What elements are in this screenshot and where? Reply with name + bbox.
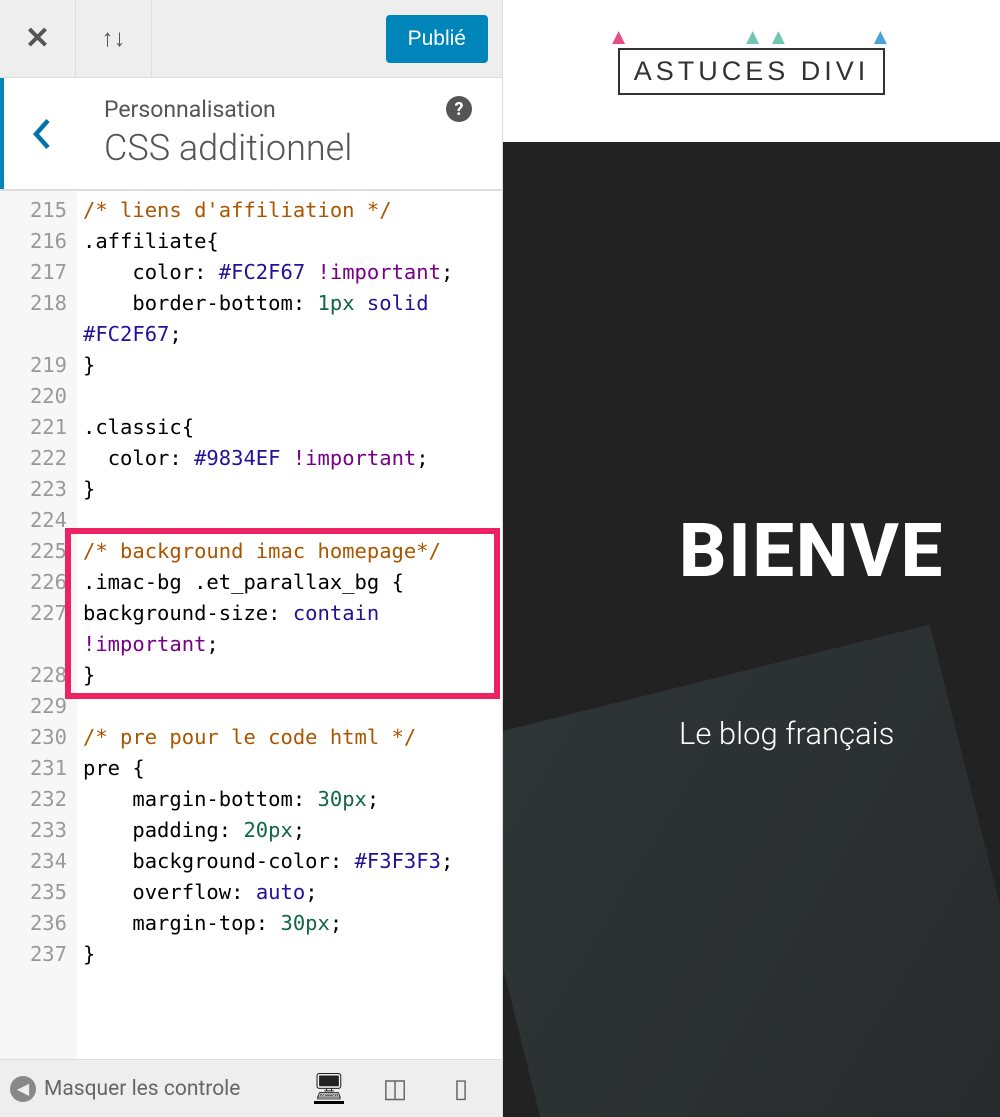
code-line[interactable]: .classic{ [83, 412, 494, 443]
code-line[interactable]: background-color: #F3F3F3; [83, 846, 494, 877]
code-line[interactable]: } [83, 939, 494, 970]
publish-button[interactable]: Publié [386, 15, 488, 63]
code-line[interactable]: /* liens d'affiliation */ [83, 195, 494, 226]
code-line[interactable]: } [83, 660, 494, 691]
code-line[interactable]: pre { [83, 753, 494, 784]
code-line[interactable]: overflow: auto; [83, 877, 494, 908]
logo-decoration-icon: ▲▲ [742, 24, 794, 50]
logo-text: ASTUCES DIVI [634, 56, 870, 86]
code-line[interactable] [83, 505, 494, 536]
site-preview: ▲ ▲▲ ▲ ASTUCES DIVI BIENVE Le blog franç… [503, 0, 1000, 1117]
help-icon[interactable]: ? [446, 96, 472, 122]
logo-decoration-icon: ▲ [608, 24, 634, 50]
code-line[interactable]: padding: 20px; [83, 815, 494, 846]
page-title: CSS additionnel [104, 127, 502, 169]
back-button[interactable] [0, 78, 80, 189]
code-line[interactable]: background-size: contain !important; [83, 598, 494, 660]
hero-title: BIENVE [679, 508, 1000, 595]
css-editor[interactable]: 215216217218 219220221222223224225226227… [0, 190, 502, 1059]
hero-background [503, 625, 1000, 1117]
device-tablet-button[interactable]: ◫ [380, 1074, 410, 1104]
customizer-panel: ✕ ↑↓ Publié Personnalisation CSS additio… [0, 0, 503, 1117]
site-header: ▲ ▲▲ ▲ ASTUCES DIVI [503, 0, 1000, 142]
editor-gutter: 215216217218 219220221222223224225226227… [0, 191, 77, 1059]
device-mobile-button[interactable]: ▯ [446, 1074, 476, 1104]
code-line[interactable]: border-bottom: 1px solid #FC2F67; [83, 288, 494, 350]
code-line[interactable]: /* background imac homepage*/ [83, 536, 494, 567]
code-line[interactable]: .affiliate{ [83, 226, 494, 257]
device-desktop-button[interactable]: 🖥 [314, 1074, 344, 1104]
reorder-button[interactable]: ↑↓ [76, 0, 152, 77]
code-line[interactable] [83, 381, 494, 412]
site-logo[interactable]: ▲ ▲▲ ▲ ASTUCES DIVI [618, 48, 886, 95]
collapse-icon: ◀ [10, 1076, 36, 1102]
collapse-controls-button[interactable]: ◀ Masquer les controle [10, 1076, 240, 1102]
breadcrumb: Personnalisation [104, 96, 502, 123]
customizer-bottombar: ◀ Masquer les controle 🖥 ◫ ▯ [0, 1059, 502, 1117]
code-line[interactable]: /* pre pour le code html */ [83, 722, 494, 753]
hero-section: BIENVE Le blog français [503, 142, 1000, 1117]
code-line[interactable] [83, 691, 494, 722]
device-switcher: 🖥 ◫ ▯ [314, 1074, 492, 1104]
hero-subtitle: Le blog français [679, 715, 1000, 752]
section-header: Personnalisation CSS additionnel ? [0, 78, 502, 190]
close-button[interactable]: ✕ [0, 0, 76, 77]
code-line[interactable]: .imac-bg .et_parallax_bg { [83, 567, 494, 598]
code-line[interactable]: margin-bottom: 30px; [83, 784, 494, 815]
logo-decoration-icon: ▲ [869, 24, 895, 50]
code-line[interactable]: } [83, 474, 494, 505]
code-line[interactable]: color: #FC2F67 !important; [83, 257, 494, 288]
chevron-left-icon [33, 119, 51, 149]
code-line[interactable]: } [83, 350, 494, 381]
editor-body[interactable]: /* liens d'affiliation */.affiliate{ col… [77, 191, 502, 1059]
customizer-topbar: ✕ ↑↓ Publié [0, 0, 502, 78]
collapse-label: Masquer les controle [44, 1077, 240, 1101]
code-line[interactable]: color: #9834EF !important; [83, 443, 494, 474]
code-line[interactable]: margin-top: 30px; [83, 908, 494, 939]
